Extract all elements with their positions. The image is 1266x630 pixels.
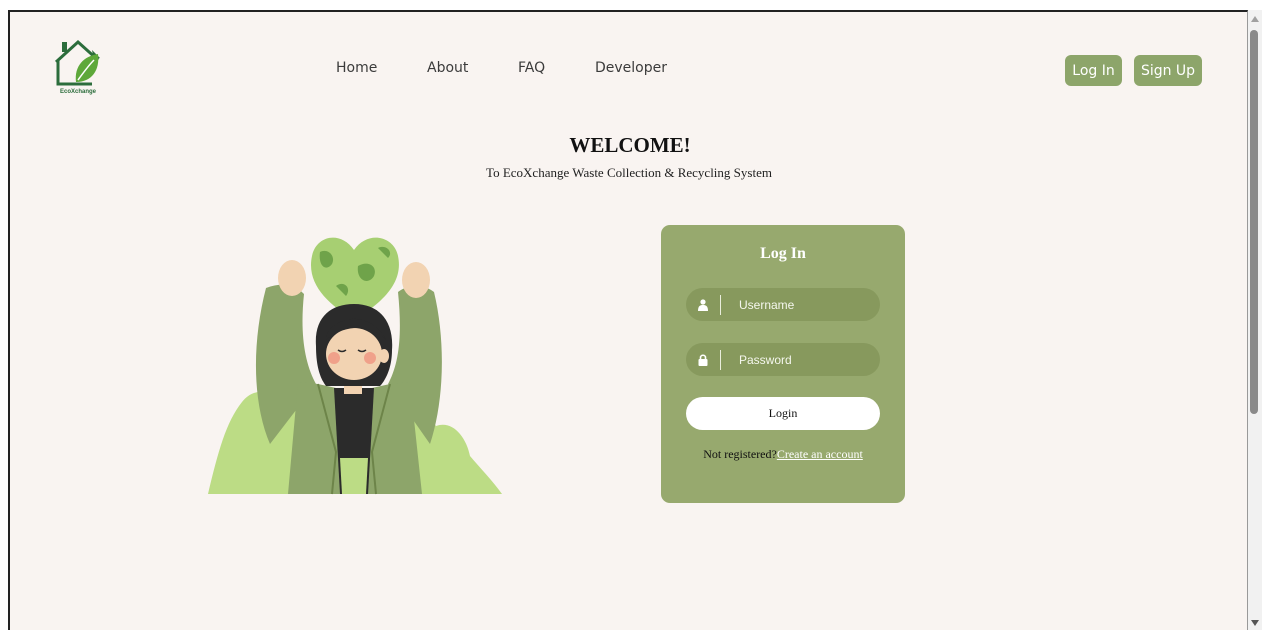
password-divider [720,349,721,370]
username-field [686,288,880,321]
logo-text: EcoXchange [59,89,96,95]
welcome-subtitle: To EcoXchange Waste Collection & Recycli… [486,165,772,180]
vertical-scrollbar[interactable] [1248,10,1262,630]
login-card: Log In Login Not register [661,225,905,503]
lock-icon [686,353,720,366]
password-field [686,343,880,376]
username-divider [720,294,721,315]
register-prompt-text: Not registered? [703,447,777,461]
signup-nav-button[interactable]: Sign Up [1134,55,1202,86]
scroll-down-arrow-icon[interactable] [1251,620,1259,626]
login-card-title: Log In [760,245,806,262]
scroll-up-arrow-icon[interactable] [1251,16,1259,22]
password-input[interactable] [739,352,869,367]
page-viewport: EcoXchange Home About FAQ Developer Log … [8,10,1248,630]
welcome-heading: WELCOME! [569,133,691,157]
username-input[interactable] [739,297,869,312]
illustration [208,222,504,498]
logo[interactable]: EcoXchange [54,36,106,98]
nav-about[interactable]: About [427,60,468,76]
nav-faq[interactable]: FAQ [518,60,545,76]
login-submit-button[interactable]: Login [686,397,880,430]
house-leaf-icon [54,39,100,86]
nav-developer[interactable]: Developer [595,60,667,76]
scrollbar-thumb[interactable] [1250,30,1258,414]
woman-holding-earth-heart-illustration [208,237,502,495]
user-icon [686,298,720,311]
register-prompt: Not registered?Create an account [661,447,905,462]
create-account-link[interactable]: Create an account [777,447,863,461]
nav-home[interactable]: Home [336,60,377,76]
login-nav-button[interactable]: Log In [1065,55,1122,86]
